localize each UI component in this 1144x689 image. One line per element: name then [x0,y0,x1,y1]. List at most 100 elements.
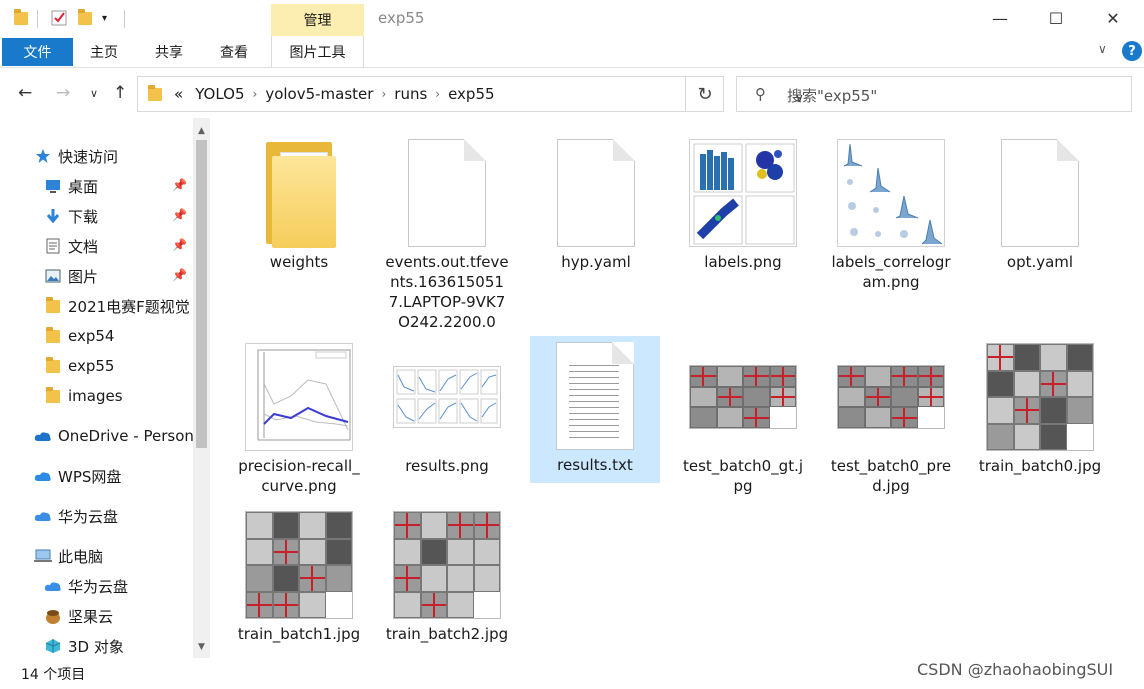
expand-ribbon-icon[interactable]: ∨ [1098,42,1107,56]
file-item-labels-correlogram[interactable]: labels_correlogram.png [826,134,956,292]
file-item-train-batch2[interactable]: train_batch2.jpg [382,506,512,644]
help-icon[interactable]: ? [1122,41,1142,61]
folder-icon [148,84,162,101]
pin-icon[interactable]: 📌 [172,238,187,252]
image-thumbnail-icon [244,338,354,456]
navigation-pane: 快速访问 桌面 📌 下载 📌 文档 📌 图片 📌 2021电赛F题视觉 exp5… [0,118,211,658]
folder-icon [44,326,62,345]
back-arrow-icon[interactable]: ← [18,83,32,103]
sidebar-item-label: images [68,387,123,405]
huawei-cloud-icon [44,577,62,595]
star-icon [34,147,52,165]
file-name: results.png [405,457,489,475]
sidebar-item-2021-contest[interactable]: 2021电赛F题视觉 [44,292,194,320]
file-name: test_batch0_gt.jpg [682,457,804,495]
sidebar-item-label: WPS网盘 [58,467,122,486]
sidebar-item-label: 华为云盘 [68,577,129,596]
file-item-train-batch0[interactable]: train_batch0.jpg [975,338,1105,476]
large-folder-icon [244,134,354,252]
breadcrumb-overflow[interactable]: « [168,85,189,103]
huawei-cloud-icon [34,507,52,525]
folder-icon [14,8,28,28]
scroll-up-icon[interactable]: ▲ [193,122,210,139]
sidebar-item-label: exp54 [68,327,115,345]
forward-arrow-icon[interactable]: → [56,83,70,103]
nutstore-icon [44,607,62,625]
file-item-test-batch0-gt[interactable]: test_batch0_gt.jpg [678,338,808,496]
breadcrumb-yolov5-master[interactable]: yolov5-master [259,85,379,103]
pin-icon[interactable]: 📌 [172,178,187,192]
sidebar-item-label: OneDrive - Person [58,427,194,445]
recent-locations-icon[interactable]: ∨ [90,87,98,100]
tab-home[interactable]: 主页 [90,42,118,62]
minimize-button[interactable]: — [977,0,1023,36]
file-name: train_batch1.jpg [237,625,361,643]
breadcrumb-exp55[interactable]: exp55 [442,85,500,103]
file-name: labels.png [704,253,782,271]
file-icon [392,134,502,252]
manage-tab[interactable]: 管理 [271,4,364,36]
file-item-labels-png[interactable]: labels.png [678,134,808,272]
file-item-results-png[interactable]: results.png [382,338,512,476]
scroll-down-icon[interactable]: ▼ [193,638,210,655]
file-item-opt-yaml[interactable]: opt.yaml [975,134,1105,272]
file-item-weights[interactable]: weights [234,134,364,272]
chevron-right-icon[interactable]: › [251,87,260,101]
cloud-icon [34,427,52,445]
computer-icon [34,547,52,565]
refresh-icon[interactable]: ↻ [685,76,724,112]
up-arrow-icon[interactable]: ↑ [113,83,127,103]
sidebar-item-label: exp55 [68,357,115,375]
file-icon [541,134,651,252]
pin-icon[interactable]: 📌 [172,268,187,282]
tab-share[interactable]: 共享 [155,42,183,62]
folder-icon [44,386,62,405]
sidebar-item-label: 快速访问 [58,147,119,166]
sidebar-scrollbar[interactable]: ▲ ▼ [193,118,210,658]
search-box[interactable]: ⚲ 搜索"exp55" [736,76,1132,112]
wps-cloud-icon [34,467,52,485]
tab-view[interactable]: 查看 [220,42,248,62]
file-explorer-window: ▾ 管理 exp55 — ☐ ✕ 文件 主页 共享 查看 图片工具 ∨ ? ← … [0,0,1144,689]
item-count: 14 个项目 [21,667,86,683]
new-folder-icon[interactable] [78,8,92,28]
file-item-train-batch1[interactable]: train_batch1.jpg [234,506,364,644]
breadcrumb-runs[interactable]: runs [388,85,433,103]
title-bar: ▾ 管理 exp55 — ☐ ✕ [0,0,1144,36]
close-button[interactable]: ✕ [1090,0,1136,36]
file-list: weights events.out.tfevents.1636150517.L… [215,118,1125,658]
maximize-button[interactable]: ☐ [1033,0,1079,36]
breadcrumb-yolo5[interactable]: YOLO5 [189,85,250,103]
watermark: CSDN @zhaohaobingSUI [917,660,1114,679]
image-thumbnail-icon [688,338,798,456]
image-thumbnail-icon [392,506,502,624]
file-item-hyp-yaml[interactable]: hyp.yaml [531,134,661,272]
sidebar-item-label: 坚果云 [68,607,114,626]
divider [124,10,125,28]
file-name: train_batch0.jpg [978,457,1102,475]
search-icon: ⚲ [755,85,766,103]
file-name: labels_correlogram.png [831,253,951,291]
sidebar-item-label: 此电脑 [58,547,104,566]
pin-icon[interactable]: 📌 [172,208,187,222]
file-name: hyp.yaml [561,253,631,271]
properties-icon[interactable] [50,8,68,28]
picture-icon [44,267,62,285]
file-item-events[interactable]: events.out.tfevents.1636150517.LAPTOP-9V… [382,134,512,332]
document-icon [44,237,62,255]
download-icon [44,207,62,225]
file-icon [985,134,1095,252]
chevron-right-icon[interactable]: › [379,87,388,101]
file-name: test_batch0_pred.jpg [830,457,952,495]
file-name: results.txt [557,456,633,474]
file-item-pr-curve[interactable]: precision-recall_curve.png [234,338,364,496]
window-title: exp55 [378,9,425,27]
tab-file[interactable]: 文件 [2,38,73,66]
tab-picture-tools[interactable]: 图片工具 [271,36,364,68]
address-bar[interactable]: « YOLO5 › yolov5-master › runs › exp55 ∨ [137,76,804,112]
customize-toolbar-icon[interactable]: ▾ [102,8,107,28]
file-item-results-txt[interactable]: results.txt [530,336,660,483]
file-item-test-batch0-pred[interactable]: test_batch0_pred.jpg [826,338,956,496]
chevron-right-icon[interactable]: › [433,87,442,101]
scrollbar-thumb[interactable] [196,140,207,448]
